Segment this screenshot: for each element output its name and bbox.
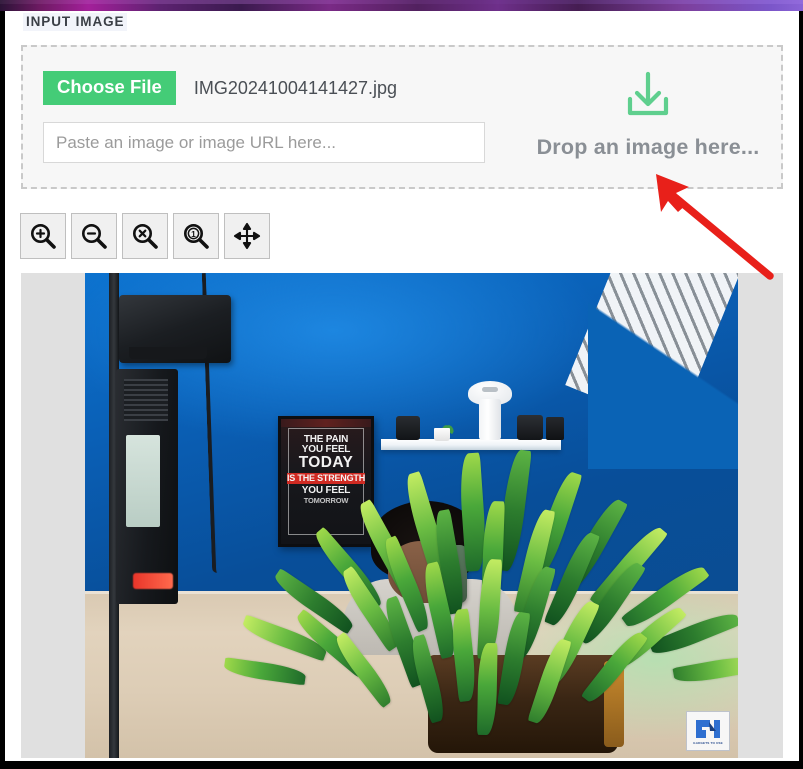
- photo-camera-lens-left: [396, 416, 420, 440]
- zoom-actual-size-button[interactable]: 1: [173, 213, 219, 259]
- photo-potted-plant: [223, 443, 738, 753]
- zoom-in-button[interactable]: [20, 213, 66, 259]
- watermark-text: GADGETS TO USE: [693, 740, 723, 745]
- photo-red-led: [133, 573, 173, 589]
- file-chooser-row: Choose File IMG20241004141427.jpg: [43, 69, 503, 107]
- photo-white-lamp-stem: [479, 399, 501, 440]
- photo-watermark: GADGETS TO USE: [686, 711, 730, 751]
- page-title: INPUT IMAGE: [23, 13, 128, 31]
- photo-camera-lens-right: [517, 415, 543, 440]
- input-image-preview[interactable]: THE PAIN YOU FEEL TODAY IS THE STRENGTH …: [85, 273, 738, 758]
- selected-file-name: IMG20241004141427.jpg: [193, 77, 398, 98]
- zoom-out-button[interactable]: [71, 213, 117, 259]
- svg-text:1: 1: [191, 229, 196, 239]
- photo-light-body: [116, 369, 178, 604]
- gadgets-to-use-logo-icon: [693, 718, 723, 740]
- upload-left-column: Choose File IMG20241004141427.jpg: [43, 69, 503, 163]
- magnifier-minus-icon: [79, 221, 109, 251]
- move-arrows-icon: [232, 221, 262, 251]
- photo-poster-topbar: [281, 419, 371, 427]
- magnifier-one-icon: 1: [181, 221, 211, 251]
- image-toolbar: 1: [20, 213, 270, 259]
- pan-button[interactable]: [224, 213, 270, 259]
- image-viewport[interactable]: THE PAIN YOU FEEL TODAY IS THE STRENGTH …: [21, 273, 783, 758]
- magnifier-x-icon: [130, 221, 160, 251]
- top-gradient-strip: [0, 0, 803, 11]
- page-border-bottom: [0, 761, 803, 769]
- photo-softbox-mask: [588, 273, 738, 469]
- choose-file-button[interactable]: Choose File: [43, 71, 176, 105]
- page-border-right: [799, 11, 803, 769]
- photo-black-box: [546, 417, 564, 440]
- download-arrow-icon: [523, 67, 773, 128]
- drop-zone-column[interactable]: Drop an image here...: [523, 67, 773, 160]
- page-border-left: [0, 11, 5, 769]
- photo-light-vent: [124, 379, 168, 421]
- drop-zone-label: Drop an image here...: [536, 135, 760, 159]
- magnifier-plus-icon: [28, 221, 58, 251]
- photo-light-head: [119, 295, 231, 363]
- image-url-input[interactable]: [43, 122, 485, 163]
- zoom-reset-button[interactable]: [122, 213, 168, 259]
- image-drop-panel[interactable]: Choose File IMG20241004141427.jpg Drop a…: [21, 45, 783, 189]
- photo-small-plant-pot: [434, 428, 450, 441]
- photo-light-panel: [126, 435, 160, 527]
- page-root: INPUT IMAGE Choose File IMG2024100414142…: [0, 0, 803, 769]
